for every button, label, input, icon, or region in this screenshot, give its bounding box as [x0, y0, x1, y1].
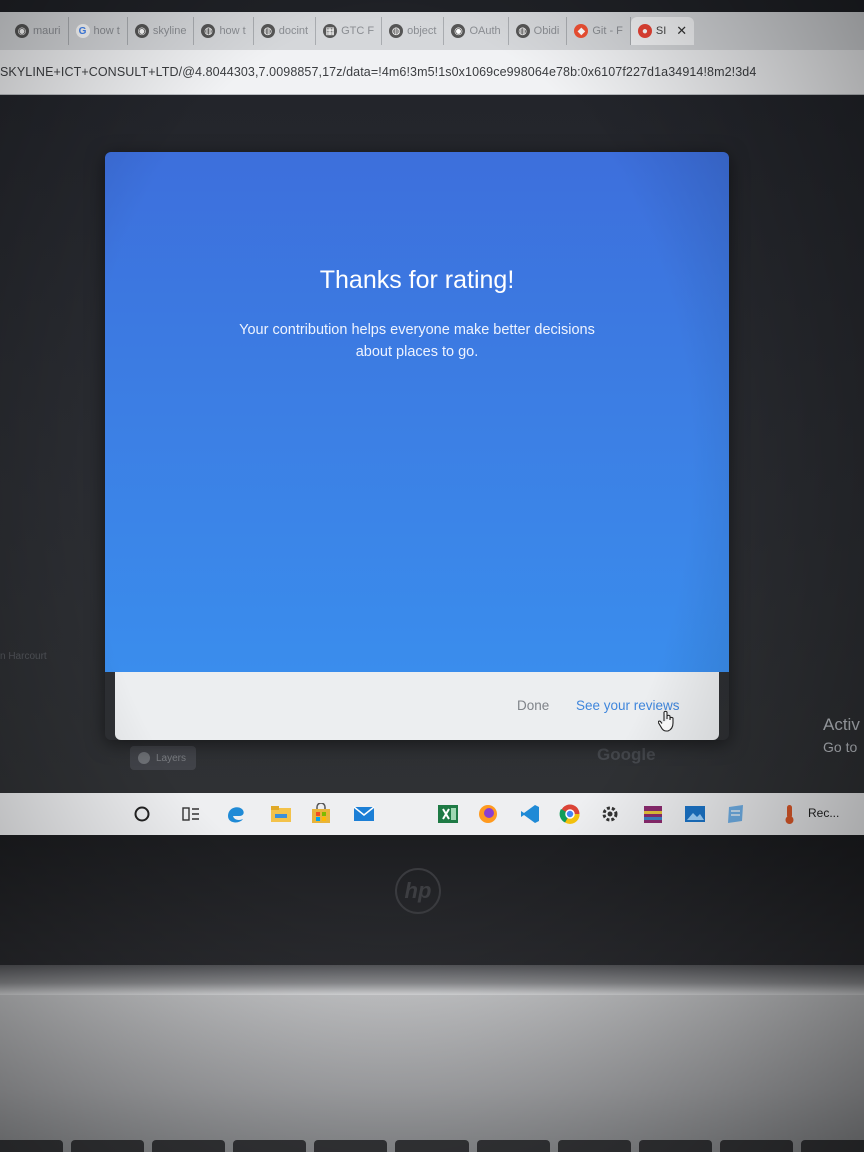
edge-browser-icon[interactable]	[224, 801, 248, 827]
browser-tab[interactable]: ◍ Obidi	[509, 17, 568, 45]
browser-tab-label: mauri	[33, 25, 61, 37]
dialog-message-line-1: Your contribution helps everyone make be…	[239, 322, 595, 338]
browser-tab-label: OAuth	[469, 25, 501, 37]
rating-confirmation-dialog: Thanks for rating! Your contribution hel…	[105, 152, 729, 740]
browser-tab-label: docint	[278, 25, 309, 37]
layers-icon	[138, 752, 150, 764]
laptop-hinge	[0, 965, 864, 995]
laptop-keyboard-deck	[0, 995, 864, 1152]
dialog-title: Thanks for rating!	[319, 266, 515, 294]
task-view-icon[interactable]	[179, 801, 203, 827]
cortana-search-icon[interactable]	[130, 801, 154, 827]
google-watermark: Google	[597, 745, 656, 764]
globe-icon: ◍	[515, 24, 530, 38]
browser-tab-label: GTC F	[341, 25, 375, 37]
browser-tab-label: skyline	[152, 25, 187, 37]
github-icon: ◉	[451, 24, 466, 38]
winrar-icon[interactable]	[641, 801, 665, 827]
tray-text[interactable]: Rec...	[808, 806, 839, 820]
browser-tab[interactable]: ● SI ✕	[630, 17, 695, 45]
close-tab-icon[interactable]: ✕	[676, 23, 687, 39]
photo-frame: ◉ mauri Ghow t ◉ skyline ◍ how t ◍ docint ▦ GTC F ◍…	[0, 0, 864, 1152]
browser-tab[interactable]: Ghow t	[69, 17, 128, 45]
globe-icon: ◍	[201, 24, 216, 38]
browser-tab[interactable]: ◉ mauri	[8, 17, 69, 45]
mail-icon[interactable]	[352, 801, 376, 827]
browser-tab-label: object	[407, 25, 437, 37]
layers-button[interactable]: Layers	[130, 746, 197, 770]
browser-tab-label: Git - F	[592, 25, 623, 37]
layers-label: Layers	[156, 752, 187, 764]
browser-tab-label: how t	[219, 25, 246, 37]
windows-activation-notice: Activ Go to	[823, 715, 860, 755]
dialog-hero: Thanks for rating! Your contribution hel…	[105, 152, 729, 672]
vscode-icon[interactable]	[518, 801, 542, 827]
store-icon[interactable]	[309, 801, 333, 827]
browser-tab[interactable]: ◍ docint	[254, 17, 317, 45]
activation-line-1: Activ	[823, 715, 860, 734]
dialog-message: Your contribution helps everyone make be…	[105, 319, 729, 363]
browser-tab-label: how t	[93, 25, 120, 37]
chrome-icon[interactable]	[558, 801, 582, 827]
activation-line-2: Go to	[823, 739, 858, 755]
map-place-label: n Harcourt	[0, 651, 47, 662]
keyboard-keys	[0, 1140, 864, 1152]
dialog-footer: Done See your reviews	[115, 672, 719, 740]
excel-icon[interactable]	[436, 801, 460, 827]
github-icon: ◉	[15, 24, 29, 38]
google-icon: G	[75, 24, 90, 38]
globe-icon: ◍	[260, 24, 275, 38]
dialog-message-line-2: about places to go.	[355, 344, 479, 360]
address-bar[interactable]: SKYLINE+ICT+CONSULT+LTD/@4.8044303,7.009…	[0, 50, 864, 95]
browser-tab[interactable]: ◉ skyline	[128, 17, 195, 45]
hp-logo: hp	[395, 868, 441, 914]
browser-tab-label: Obidi	[533, 25, 560, 37]
git-icon: ◆	[574, 24, 589, 38]
hand-cursor-icon	[658, 710, 674, 732]
firefox-icon[interactable]	[476, 801, 500, 827]
github-icon: ◉	[134, 24, 149, 38]
gtc-icon: ▦	[323, 24, 338, 38]
notepad-icon[interactable]	[724, 801, 748, 827]
photos-icon[interactable]	[683, 801, 707, 827]
maps-pin-icon: ●	[637, 24, 652, 38]
url-text[interactable]: SKYLINE+ICT+CONSULT+LTD/@4.8044303,7.009…	[0, 65, 756, 79]
browser-tab-strip: ◉ mauri Ghow t ◉ skyline ◍ how t ◍ docint ▦ GTC F ◍…	[0, 12, 864, 50]
thermometer-icon[interactable]	[778, 801, 802, 827]
file-explorer-icon[interactable]	[269, 801, 293, 827]
browser-tab-label: SI	[655, 25, 667, 37]
browser-tab[interactable]: ▦ GTC F	[316, 17, 383, 45]
browser-tab[interactable]: ◍ object	[382, 17, 445, 45]
windows-taskbar: Rec...	[0, 793, 864, 835]
browser-tab[interactable]: ◉ OAuth	[444, 17, 509, 45]
settings-gear-icon[interactable]	[598, 801, 622, 827]
done-button[interactable]: Done	[517, 698, 549, 713]
browser-tab[interactable]: ◆ Git - F	[567, 17, 631, 45]
laptop-screen: ◉ mauri Ghow t ◉ skyline ◍ how t ◍ docint ▦ GTC F ◍…	[0, 0, 864, 835]
globe-icon: ◍	[389, 24, 404, 38]
browser-tab[interactable]: ◍ how t	[194, 17, 254, 45]
